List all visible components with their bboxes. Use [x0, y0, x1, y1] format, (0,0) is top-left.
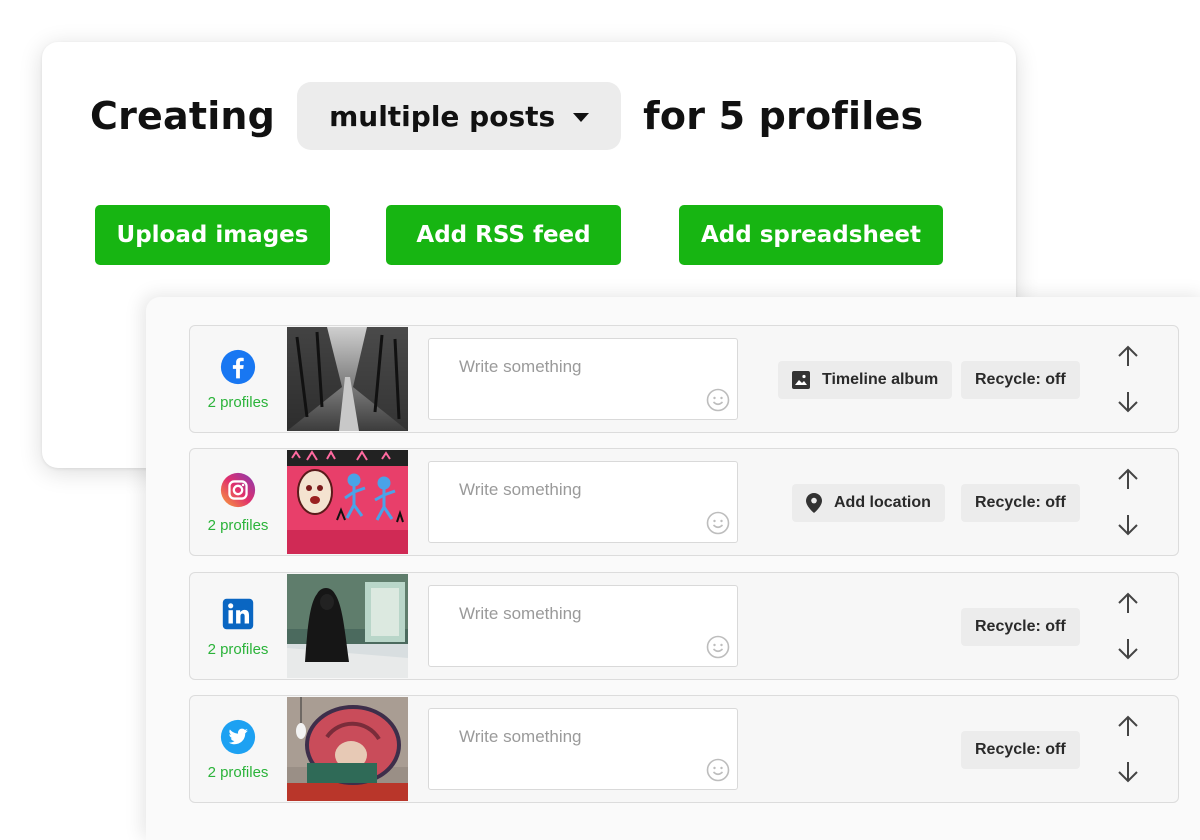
timeline-album-label: Timeline album	[822, 371, 939, 388]
post-mode-value: multiple posts	[329, 99, 556, 133]
headline-suffix: for 5 profiles	[643, 94, 924, 138]
post-mode-dropdown[interactable]: multiple posts	[297, 82, 622, 150]
move-down-icon[interactable]	[1115, 758, 1141, 784]
post-row-instagram: 2 profiles Write something Add location …	[189, 448, 1179, 556]
recycle-toggle[interactable]: Recycle: off	[961, 484, 1080, 522]
post-text-placeholder: Write something	[459, 480, 582, 499]
stage: Creating multiple posts for 5 profiles U…	[0, 0, 1200, 840]
post-image[interactable]	[287, 450, 408, 554]
profile-selector[interactable]: 2 profiles	[190, 326, 286, 432]
profile-count: 2 profiles	[207, 640, 269, 658]
chevron-down-icon	[573, 112, 590, 122]
facebook-icon	[220, 349, 256, 384]
emoji-icon[interactable]	[706, 511, 730, 535]
move-down-icon[interactable]	[1115, 511, 1141, 537]
recycle-toggle[interactable]: Recycle: off	[961, 731, 1080, 769]
post-text-input[interactable]: Write something	[428, 585, 738, 667]
add-rss-feed-button[interactable]: Add RSS feed	[386, 205, 621, 265]
recycle-toggle[interactable]: Recycle: off	[961, 608, 1080, 646]
emoji-icon[interactable]	[706, 635, 730, 659]
move-up-icon[interactable]	[1115, 591, 1141, 617]
add-location-label: Add location	[834, 494, 931, 511]
profile-count: 2 profiles	[207, 763, 269, 781]
emoji-icon[interactable]	[706, 758, 730, 782]
move-down-icon[interactable]	[1115, 388, 1141, 414]
post-text-input[interactable]: Write something	[428, 708, 738, 790]
recycle-toggle[interactable]: Recycle: off	[961, 361, 1080, 399]
post-row-twitter: 2 profiles Write something Recycle: off	[189, 695, 1179, 803]
profile-count: 2 profiles	[207, 393, 269, 411]
location-pin-icon	[806, 493, 822, 513]
linkedin-icon	[222, 598, 254, 629]
post-image[interactable]	[287, 574, 408, 678]
emoji-icon[interactable]	[706, 388, 730, 412]
post-text-placeholder: Write something	[459, 357, 582, 376]
move-up-icon[interactable]	[1115, 467, 1141, 493]
photo-album-icon	[792, 371, 810, 389]
move-up-icon[interactable]	[1115, 344, 1141, 370]
move-down-icon[interactable]	[1115, 635, 1141, 661]
add-location-button[interactable]: Add location	[792, 484, 945, 522]
upload-images-button[interactable]: Upload images	[95, 205, 330, 265]
timeline-album-button[interactable]: Timeline album	[778, 361, 953, 399]
post-text-input[interactable]: Write something	[428, 461, 738, 543]
twitter-icon	[220, 719, 256, 754]
post-image[interactable]	[287, 327, 408, 431]
profile-selector[interactable]: 2 profiles	[190, 573, 286, 679]
profile-count: 2 profiles	[207, 516, 269, 534]
post-row-linkedin: 2 profiles Write something Recycle: off	[189, 572, 1179, 680]
headline-prefix: Creating	[90, 94, 276, 138]
profile-selector[interactable]: 2 profiles	[190, 449, 286, 555]
post-row-facebook: 2 profiles Write something Timeline albu…	[189, 325, 1179, 433]
move-up-icon[interactable]	[1115, 714, 1141, 740]
post-text-placeholder: Write something	[459, 727, 582, 746]
profile-selector[interactable]: 2 profiles	[190, 696, 286, 802]
post-text-input[interactable]: Write something	[428, 338, 738, 420]
posts-panel: 2 profiles Write something Timeline albu…	[146, 297, 1200, 840]
post-text-placeholder: Write something	[459, 604, 582, 623]
instagram-icon	[220, 472, 256, 507]
headline: Creating multiple posts for 5 profiles	[90, 82, 923, 150]
post-image[interactable]	[287, 697, 408, 801]
add-spreadsheet-button[interactable]: Add spreadsheet	[679, 205, 943, 265]
